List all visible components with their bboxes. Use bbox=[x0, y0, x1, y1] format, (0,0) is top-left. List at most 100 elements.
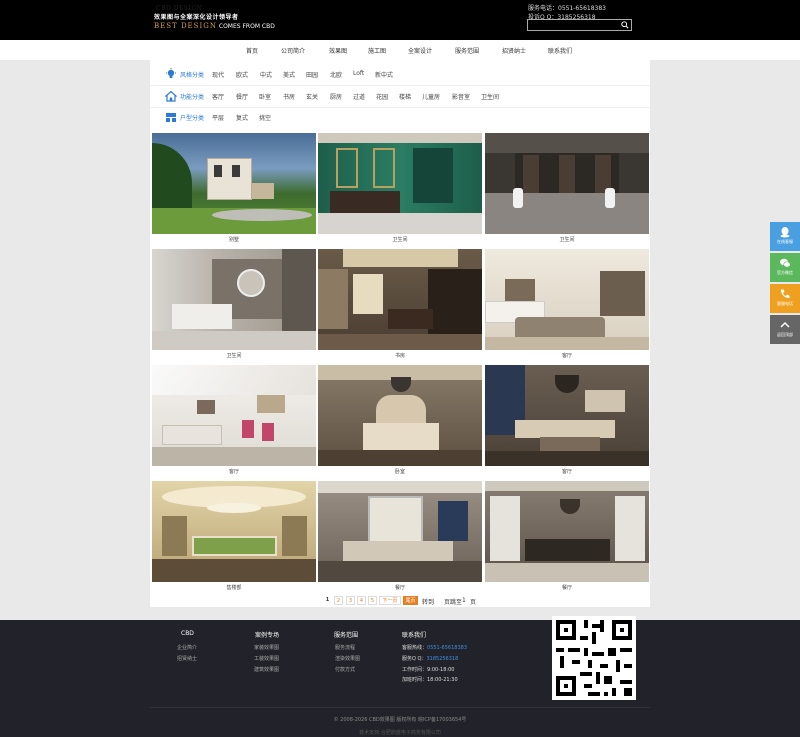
gallery-item[interactable]: 客厅 bbox=[485, 249, 649, 359]
footer-link[interactable]: 服务流程 bbox=[335, 644, 355, 651]
footer-link[interactable]: 工装效果图 bbox=[254, 655, 279, 662]
living-room-image[interactable] bbox=[485, 249, 649, 350]
search-input[interactable] bbox=[528, 20, 618, 30]
footer-link[interactable]: 企业简介 bbox=[177, 644, 197, 651]
page-4[interactable]: 4 bbox=[357, 596, 366, 605]
filter-room-opt[interactable]: 书房 bbox=[283, 92, 295, 101]
nav-contact[interactable]: 联系我们 bbox=[548, 46, 572, 55]
filter-style-opt[interactable]: 中式 bbox=[260, 70, 272, 79]
filter-style-opt[interactable]: 新中式 bbox=[375, 70, 393, 79]
footer-link[interactable]: 招贤纳士 bbox=[177, 655, 197, 662]
hotline-label: 客服热线： bbox=[402, 645, 428, 651]
filter-row-type: 户型分类 平层 复式 挑空 bbox=[150, 107, 650, 127]
nav-about[interactable]: 公司简介 bbox=[281, 46, 305, 55]
nav-full-design[interactable]: 全案设计 bbox=[408, 46, 432, 55]
filter-style-opt[interactable]: 田园 bbox=[306, 70, 318, 79]
nav-logo[interactable]: CBD DESIGN bbox=[156, 5, 202, 12]
layout-icon bbox=[166, 113, 176, 122]
filter-type-opt[interactable]: 挑空 bbox=[259, 113, 271, 122]
brand-sub: COMES FROM CBD bbox=[218, 23, 275, 30]
filter-style-opt[interactable]: Loft bbox=[353, 70, 364, 77]
filter-style-opt[interactable]: 北欧 bbox=[330, 70, 342, 79]
filter-room-opt[interactable]: 影音室 bbox=[452, 92, 470, 101]
villa-image[interactable] bbox=[152, 133, 316, 234]
gallery-item[interactable]: 卫生间 bbox=[152, 249, 316, 359]
filter-room-opt[interactable]: 花园 bbox=[376, 92, 388, 101]
nav-careers[interactable]: 招贤纳士 bbox=[502, 46, 526, 55]
page-2[interactable]: 2 bbox=[334, 596, 343, 605]
gallery-item[interactable]: 卧室 bbox=[318, 365, 482, 475]
filter-row-room: 功能分类 客厅 餐厅 卧室 书房 玄关 厨房 过道 花园 楼梯 儿童房 影音室 … bbox=[150, 86, 650, 106]
footer-link[interactable]: 付款方式 bbox=[335, 666, 355, 673]
gallery-caption: 餐厅 bbox=[561, 585, 572, 591]
side-phone[interactable]: 客服电话 bbox=[770, 284, 800, 313]
nav-home[interactable]: 首页 bbox=[246, 46, 258, 55]
goto-label: 转到 bbox=[422, 599, 435, 606]
dining-room-image[interactable] bbox=[485, 481, 649, 582]
gallery-item[interactable]: 客厅 bbox=[152, 365, 316, 475]
living-room-image[interactable] bbox=[485, 365, 649, 466]
sales-office-image[interactable] bbox=[152, 481, 316, 582]
footer-divider bbox=[150, 707, 650, 708]
qq-number[interactable]: 3185256318 bbox=[426, 656, 458, 662]
last-page-button[interactable]: 尾页 bbox=[403, 596, 418, 605]
gallery-caption: 别墅 bbox=[228, 237, 239, 243]
page-1[interactable]: 1 bbox=[323, 596, 332, 605]
side-online-service[interactable]: 在线客服 bbox=[770, 222, 800, 251]
jump-label: 页跳至 bbox=[444, 599, 463, 606]
filter-room-opt[interactable]: 客厅 bbox=[212, 92, 224, 101]
hotline-number[interactable]: 0551-65618383 bbox=[427, 645, 467, 651]
search-box bbox=[527, 19, 632, 31]
gallery-item[interactable]: 餐厅 bbox=[318, 481, 482, 591]
study-image[interactable] bbox=[318, 249, 482, 350]
filter-style-opt[interactable]: 现代 bbox=[212, 70, 224, 79]
filter-room-opt[interactable]: 过道 bbox=[353, 92, 365, 101]
gallery-caption: 卫生间 bbox=[559, 237, 575, 243]
search-icon[interactable] bbox=[621, 21, 629, 29]
filter-style-opt[interactable]: 欧式 bbox=[236, 70, 248, 79]
nav-construction[interactable]: 施工图 bbox=[368, 46, 386, 55]
gallery-caption: 书房 bbox=[394, 353, 405, 359]
top-header-bar bbox=[0, 0, 800, 40]
filter-room-opt[interactable]: 楼梯 bbox=[399, 92, 411, 101]
side-back-to-top[interactable]: 返回顶部 bbox=[770, 315, 800, 344]
gallery-caption: 卫生间 bbox=[392, 237, 408, 243]
filter-room-opt[interactable]: 儿童房 bbox=[422, 92, 440, 101]
bathroom-image[interactable] bbox=[152, 249, 316, 350]
filter-room-opt[interactable]: 厨房 bbox=[330, 92, 342, 101]
filter-type-opt[interactable]: 平层 bbox=[212, 113, 224, 122]
gallery-item[interactable]: 餐厅 bbox=[485, 481, 649, 591]
filter-style-opt[interactable]: 美式 bbox=[283, 70, 295, 79]
page-5[interactable]: 5 bbox=[368, 596, 377, 605]
filter-room-opt[interactable]: 卧室 bbox=[259, 92, 271, 101]
footer-work-time: 工作时间：9:00-18:00 bbox=[402, 667, 455, 673]
gallery-item[interactable]: 卫生间 bbox=[485, 133, 649, 243]
footer-link[interactable]: 建筑效果图 bbox=[254, 666, 279, 673]
page-3[interactable]: 3 bbox=[346, 596, 355, 605]
filter-room-opt[interactable]: 卫生间 bbox=[481, 92, 499, 101]
gallery-item[interactable]: 别墅 bbox=[152, 133, 316, 243]
side-label: 官方微信 bbox=[777, 270, 793, 275]
living-room-image[interactable] bbox=[152, 365, 316, 466]
bedroom-image[interactable] bbox=[318, 365, 482, 466]
gallery-item[interactable]: 书房 bbox=[318, 249, 482, 359]
dining-room-image[interactable] bbox=[318, 481, 482, 582]
footer-link[interactable]: 渲染效果图 bbox=[335, 655, 360, 662]
gallery-item[interactable]: 客厅 bbox=[485, 365, 649, 475]
footer-col-title: CBD bbox=[181, 630, 194, 637]
bathroom-image[interactable] bbox=[485, 133, 649, 234]
gallery-item[interactable]: 售楼部 bbox=[152, 481, 316, 591]
filter-room-opt[interactable]: 玄关 bbox=[306, 92, 318, 101]
page-input[interactable]: 1 bbox=[462, 597, 466, 604]
side-label: 返回顶部 bbox=[777, 332, 793, 337]
gallery-item[interactable]: 卫生间 bbox=[318, 133, 482, 243]
footer-link[interactable]: 家装效果图 bbox=[254, 644, 279, 651]
nav-services[interactable]: 服务范围 bbox=[455, 46, 479, 55]
bathroom-image[interactable] bbox=[318, 133, 482, 234]
footer-col-title: 案例专场 bbox=[255, 632, 280, 639]
filter-room-opt[interactable]: 餐厅 bbox=[236, 92, 248, 101]
next-page-button[interactable]: 下一页 bbox=[379, 596, 401, 605]
filter-type-opt[interactable]: 复式 bbox=[236, 113, 248, 122]
nav-renderings[interactable]: 效果图 bbox=[329, 46, 347, 55]
side-wechat[interactable]: 官方微信 bbox=[770, 253, 800, 282]
